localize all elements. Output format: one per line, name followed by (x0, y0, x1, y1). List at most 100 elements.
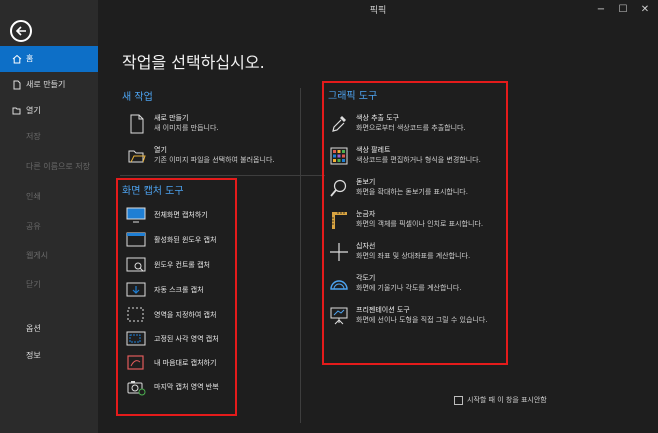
sidebar-item-label: 다른 이름으로 저장 (26, 162, 90, 171)
capture-tools-heading: 화면 캡처 도구 (122, 186, 184, 197)
sidebar-item-close: 닫기 (0, 272, 98, 298)
new-file-icon (13, 80, 21, 90)
fullscreen-capture-button[interactable]: 전체화면 캡처하기 (126, 206, 226, 226)
capture-label: 영역을 지정하여 캡처 (154, 311, 217, 319)
new-task-heading: 새 작업 (122, 92, 153, 103)
open-image-button[interactable]: 열기 기존 이미지 파일을 선택하여 불러옵니다. (128, 144, 298, 170)
scroll-capture-button[interactable]: 자동 스크롤 캡처 (126, 281, 226, 301)
palette-title: 색상 팔레트 (356, 146, 391, 154)
main-panel: 작업을 선택하십시오. 새 작업 새로 만들기 새 이미지를 만듭니다. 열기 … (98, 20, 658, 433)
crosshair-icon (330, 243, 348, 261)
repeat-capture-button[interactable]: 마지막 캡처 영역 반복 (126, 378, 226, 398)
freehand-capture-icon (127, 355, 144, 370)
capture-label: 고정된 사각 영역 캡처 (154, 335, 219, 343)
sidebar-item-web-post: 웹게시 (0, 243, 98, 269)
sidebar-item-label: 인쇄 (26, 192, 41, 201)
presentation-desc: 화면에 선이나 도형을 직접 그릴 수 있습니다. (356, 316, 488, 324)
fixed-region-capture-button[interactable]: 고정된 사각 영역 캡처 (126, 330, 226, 350)
capture-label: 윈도우 컨트롤 캡처 (154, 261, 210, 269)
app-title: 픽픽 (369, 6, 387, 16)
sidebar-item-info[interactable]: 정보 (0, 343, 98, 369)
open-folder-icon (128, 150, 146, 163)
presentation-tool-button[interactable]: 프리젠테이션 도구 화면에 선이나 도형을 직접 그릴 수 있습니다. (330, 304, 505, 330)
magnifier-icon (330, 179, 347, 197)
magnifier-title: 돋보기 (356, 178, 376, 186)
open-image-title: 열기 (154, 146, 167, 154)
presentation-icon (330, 307, 348, 325)
sidebar-item-label: 홈 (26, 54, 34, 63)
active-window-capture-icon (126, 232, 146, 247)
palette-desc: 색상코드를 편집하거나 형식을 변경합니다. (356, 156, 481, 164)
protractor-title: 각도기 (356, 274, 376, 282)
sidebar-item-share: 공유 (0, 214, 98, 240)
protractor-tool-button[interactable]: 각도기 화면에 기울기나 각도를 계산합니다. (330, 272, 505, 298)
new-document-icon (130, 114, 144, 134)
sidebar-item-label: 저장 (26, 132, 41, 141)
home-icon (12, 54, 22, 64)
section-divider (120, 175, 325, 176)
repeat-capture-icon (127, 381, 146, 396)
crosshair-title: 십자선 (356, 242, 376, 250)
startup-checkbox[interactable]: 시작할 때 이 창을 표시안함 (454, 395, 547, 405)
eyedropper-desc: 화면으로부터 색상코드를 추출합니다. (356, 124, 466, 132)
protractor-icon (330, 280, 348, 290)
region-capture-icon (127, 307, 144, 322)
sidebar-item-label: 새로 만들기 (26, 80, 66, 89)
open-image-desc: 기존 이미지 파일을 선택하여 불러옵니다. (154, 156, 275, 164)
palette-icon (330, 147, 348, 165)
new-image-button[interactable]: 새로 만들기 새 이미지를 만듭니다. (128, 112, 298, 138)
active-window-capture-button[interactable]: 활성화된 윈도우 캡처 (126, 231, 226, 251)
sidebar-item-label: 옵션 (26, 324, 41, 333)
checkbox[interactable] (454, 395, 463, 405)
graphic-tools-heading: 그래픽 도구 (328, 91, 378, 102)
ruler-title: 눈금자 (356, 210, 376, 218)
close-button[interactable]: ✕ (630, 0, 658, 20)
presentation-title: 프리젠테이션 도구 (356, 306, 410, 314)
scroll-capture-icon (126, 282, 146, 297)
sidebar-item-home[interactable]: 홈 (0, 46, 98, 72)
sidebar-item-label: 닫기 (26, 280, 41, 289)
region-capture-button[interactable]: 영역을 지정하여 캡처 (126, 306, 226, 326)
open-folder-icon (12, 107, 21, 115)
magnifier-tool-button[interactable]: 돋보기 화면을 확대하는 돋보기를 표시합니다. (330, 176, 505, 202)
window-control-capture-button[interactable]: 윈도우 컨트롤 캡처 (126, 256, 226, 276)
new-image-desc: 새 이미지를 만듭니다. (154, 124, 219, 132)
magnifier-desc: 화면을 확대하는 돋보기를 표시합니다. (356, 188, 468, 196)
sidebar-item-label: 웹게시 (26, 251, 49, 260)
eyedropper-icon (332, 116, 346, 132)
crosshair-desc: 화면의 좌표 및 상대좌표를 계산합니다. (356, 252, 471, 260)
capture-label: 마지막 캡처 영역 반복 (154, 383, 219, 391)
fullscreen-capture-icon (126, 207, 146, 223)
eyedropper-tool-button[interactable]: 색상 추출 도구 화면으로부터 색상코드를 추출합니다. (330, 112, 505, 138)
sidebar-item-options[interactable]: 옵션 (0, 316, 98, 342)
fixed-region-capture-icon (126, 331, 146, 346)
window-control-capture-icon (126, 257, 146, 272)
capture-label: 활성화된 윈도우 캡처 (154, 236, 217, 244)
sidebar: 홈 새로 만들기 열기 저장 다른 이름으로 저장 인쇄 공유 웹게시 닫기 옵… (0, 0, 98, 433)
title-bar: 픽픽 − ☐ ✕ (98, 0, 658, 20)
ruler-desc: 화면의 객체를 픽셀이나 인치로 표시합니다. (356, 220, 484, 228)
app-window: 홈 새로 만들기 열기 저장 다른 이름으로 저장 인쇄 공유 웹게시 닫기 옵… (0, 0, 658, 433)
sidebar-item-open[interactable]: 열기 (0, 98, 98, 124)
ruler-tool-button[interactable]: 눈금자 화면의 객체를 픽셀이나 인치로 표시합니다. (330, 208, 505, 234)
ruler-icon (332, 212, 347, 229)
sidebar-item-print: 인쇄 (0, 184, 98, 210)
column-divider (300, 88, 301, 423)
capture-label: 전체화면 캡처하기 (154, 211, 208, 219)
back-arrow-icon (15, 26, 26, 36)
crosshair-tool-button[interactable]: 십자선 화면의 좌표 및 상대좌표를 계산합니다. (330, 240, 505, 266)
checkbox-label: 시작할 때 이 창을 표시안함 (467, 396, 547, 404)
sidebar-item-label: 정보 (26, 351, 41, 360)
sidebar-item-new[interactable]: 새로 만들기 (0, 72, 98, 98)
sidebar-item-label: 공유 (26, 222, 41, 231)
capture-label: 내 마음대로 캡처하기 (154, 359, 217, 367)
page-title: 작업을 선택하십시오. (122, 53, 265, 72)
eyedropper-title: 색상 추출 도구 (356, 114, 400, 122)
palette-tool-button[interactable]: 색상 팔레트 색상코드를 편집하거나 형식을 변경합니다. (330, 144, 505, 170)
back-button[interactable] (10, 20, 32, 42)
sidebar-item-save-as: 다른 이름으로 저장 (0, 154, 98, 180)
protractor-desc: 화면에 기울기나 각도를 계산합니다. (356, 284, 462, 292)
freehand-capture-button[interactable]: 내 마음대로 캡처하기 (126, 354, 226, 374)
sidebar-item-save: 저장 (0, 124, 98, 150)
capture-label: 자동 스크롤 캡처 (154, 286, 204, 294)
